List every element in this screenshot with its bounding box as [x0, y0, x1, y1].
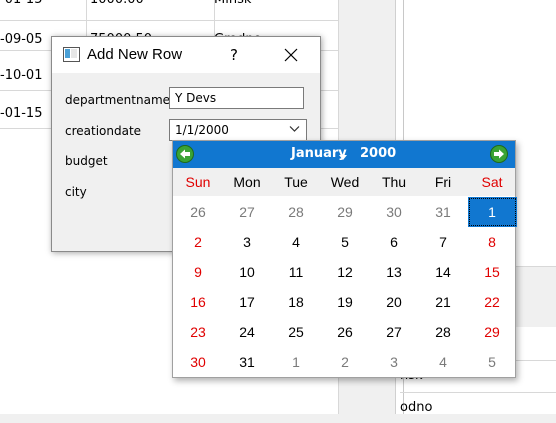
- weekday-label: Sat: [481, 174, 503, 190]
- calendar-day[interactable]: 23: [174, 317, 223, 347]
- departmentname-input[interactable]: Y Devs: [169, 87, 304, 109]
- budget-label: budget: [65, 154, 108, 168]
- close-icon: [284, 48, 298, 62]
- dialog-title: Add New Row: [87, 46, 183, 63]
- chevron-down-icon: [289, 126, 300, 132]
- calendar-day[interactable]: 13: [370, 257, 419, 287]
- calendar-day[interactable]: 7: [419, 227, 468, 257]
- weekday-label: Thu: [381, 174, 407, 190]
- weekday-header: Sun Mon Tue Wed Thu Fri Sat: [173, 168, 515, 196]
- calendar-day[interactable]: 10: [223, 257, 272, 287]
- calendar-day[interactable]: 6: [370, 227, 419, 257]
- calendar-day[interactable]: 8: [468, 227, 517, 257]
- close-button[interactable]: [276, 43, 306, 67]
- weekday-label: Sun: [185, 174, 211, 190]
- calendar-popup: January 2000 Sun Mon Tue Wed Thu Fri Sat 26 27 2…: [172, 140, 517, 378]
- calendar-day-selected[interactable]: 1: [467, 197, 517, 227]
- creationdate-value: 1/1/2000: [175, 123, 229, 137]
- calendar-day[interactable]: 16: [174, 287, 223, 317]
- calendar-day[interactable]: 26: [321, 317, 370, 347]
- calendar-day[interactable]: 24: [223, 317, 272, 347]
- dialog-titlebar[interactable]: Add New Row ?: [52, 37, 320, 73]
- calendar-day[interactable]: 5: [321, 227, 370, 257]
- calendar-day[interactable]: 29: [321, 197, 370, 227]
- calendar-day[interactable]: 3: [223, 227, 272, 257]
- year-button[interactable]: 2000: [360, 146, 396, 162]
- calendar-day[interactable]: 30: [174, 347, 223, 377]
- month-dropdown-icon: [339, 155, 347, 160]
- calendar-day[interactable]: 19: [321, 287, 370, 317]
- calendar-day[interactable]: 31: [419, 197, 468, 227]
- calendar-day[interactable]: 14: [419, 257, 468, 287]
- table-cell-budget[interactable]: 1000.00: [87, 0, 215, 20]
- weekday-label: Mon: [233, 174, 261, 190]
- calendar-day[interactable]: 1: [272, 347, 321, 377]
- help-button[interactable]: ?: [220, 43, 248, 67]
- calendar-day[interactable]: 4: [272, 227, 321, 257]
- previous-month-button[interactable]: [176, 145, 194, 163]
- creationdate-date-picker[interactable]: 1/1/2000: [169, 119, 307, 141]
- departmentname-label: departmentname: [65, 93, 171, 107]
- calendar-day[interactable]: 27: [223, 197, 272, 227]
- weekday-label: Fri: [434, 174, 452, 190]
- calendar-day[interactable]: 22: [468, 287, 517, 317]
- next-month-button[interactable]: [490, 145, 508, 163]
- calendar-day[interactable]: 18: [272, 287, 321, 317]
- calendar-day[interactable]: 17: [223, 287, 272, 317]
- calendar-day[interactable]: 27: [370, 317, 419, 347]
- calendar-day[interactable]: 5: [468, 347, 517, 377]
- calendar-day[interactable]: 26: [174, 197, 223, 227]
- right-panel-band: [514, 266, 556, 327]
- window-icon: [63, 47, 80, 62]
- weekday-label: Tue: [284, 174, 308, 190]
- calendar-day[interactable]: 4: [419, 347, 468, 377]
- calendar-day[interactable]: 3: [370, 347, 419, 377]
- calendar-day[interactable]: 30: [370, 197, 419, 227]
- creationdate-label: creationdate: [65, 124, 142, 138]
- calendar-day[interactable]: 12: [321, 257, 370, 287]
- calendar-day[interactable]: 28: [419, 317, 468, 347]
- calendar-day[interactable]: 28: [272, 197, 321, 227]
- calendar-day[interactable]: 11: [272, 257, 321, 287]
- arrow-right-icon: [494, 149, 504, 159]
- arrow-left-icon: [180, 149, 190, 159]
- right-panel-cell[interactable]: odno: [400, 392, 556, 423]
- table-row[interactable]: -01-15 1000.00 Minsk: [0, 0, 341, 21]
- calendar-day[interactable]: 20: [370, 287, 419, 317]
- weekday-label: Wed: [330, 174, 360, 190]
- table-cell-date[interactable]: -01-15: [0, 0, 87, 20]
- calendar-day[interactable]: 21: [419, 287, 468, 317]
- calendar-day[interactable]: 15: [468, 257, 517, 287]
- calendar-day[interactable]: 25: [272, 317, 321, 347]
- calendar-day[interactable]: 9: [174, 257, 223, 287]
- calendar-navigation-bar: January 2000: [173, 141, 515, 168]
- calendar-day[interactable]: 31: [223, 347, 272, 377]
- calendar-day[interactable]: 2: [321, 347, 370, 377]
- city-label: city: [65, 185, 87, 199]
- calendar-day[interactable]: 29: [468, 317, 517, 347]
- calendar-day[interactable]: 2: [174, 227, 223, 257]
- table-cell-city[interactable]: Minsk: [212, 0, 341, 20]
